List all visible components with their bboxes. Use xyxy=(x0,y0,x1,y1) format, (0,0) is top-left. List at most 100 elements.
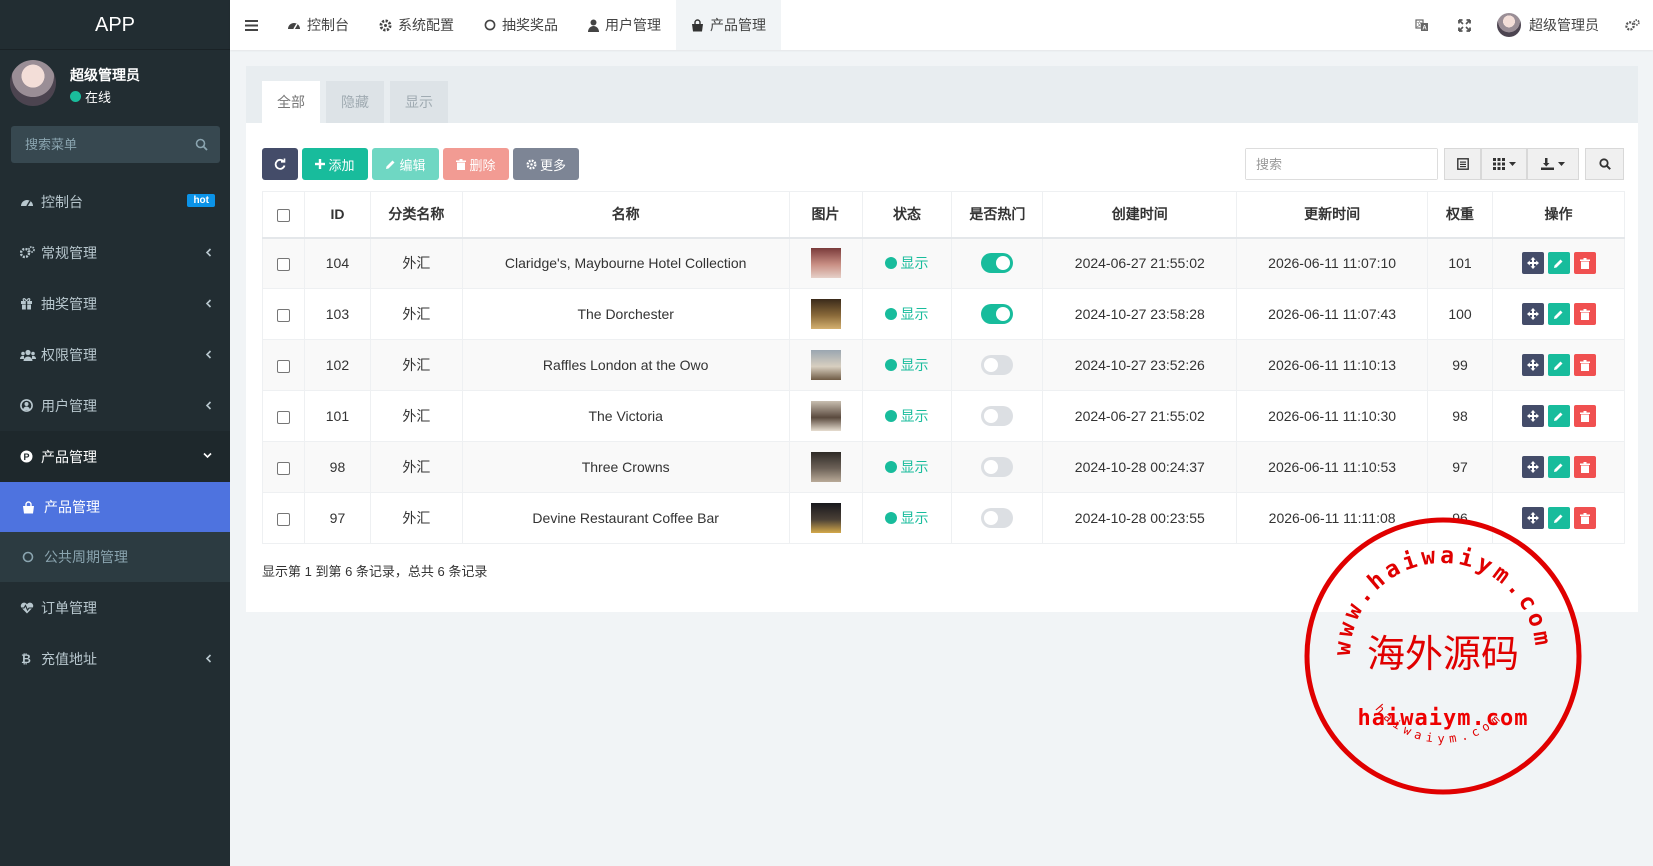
export-button[interactable] xyxy=(1527,148,1579,180)
gear-icon xyxy=(379,19,392,32)
shopping-bag-icon xyxy=(691,18,704,32)
hot-toggle[interactable] xyxy=(981,253,1014,274)
table-row[interactable]: 103 外汇 The Dorchester 显示 2024-10-27 23:58:28… xyxy=(262,288,1625,340)
row-checkbox[interactable] xyxy=(276,359,290,373)
hot-toggle[interactable] xyxy=(981,457,1014,477)
column-header[interactable]: 名称 xyxy=(461,191,790,239)
table-row[interactable]: 104 外汇 Claridge's, Maybourne Hotel Collect… xyxy=(262,237,1625,289)
row-edit-button[interactable] xyxy=(1547,303,1570,325)
column-header[interactable]: 权重 xyxy=(1427,191,1493,239)
row-edit-button[interactable] xyxy=(1547,456,1570,478)
table-row[interactable]: 101 外汇 The Victoria 显示 2024-06-27 21:55:02 20… xyxy=(262,390,1625,442)
status-label: 显示 xyxy=(900,459,929,475)
toggle-knob xyxy=(984,409,999,423)
hot-toggle[interactable] xyxy=(981,355,1014,375)
row-checkbox[interactable] xyxy=(276,410,290,424)
product-thumbnail[interactable] xyxy=(810,299,841,329)
table-search-input[interactable] xyxy=(1246,149,1437,179)
menu-toggle-icon[interactable] xyxy=(230,0,272,50)
row-delete-button[interactable] xyxy=(1573,354,1596,376)
column-header[interactable]: 创建时间 xyxy=(1042,191,1238,239)
sidebar-item-permissions[interactable]: 权限管理 xyxy=(0,329,230,380)
column-header[interactable]: 是否热门 xyxy=(951,191,1044,239)
row-checkbox[interactable] xyxy=(276,512,290,526)
panel-tab-shown[interactable]: 显示 xyxy=(390,81,448,123)
panel-tab-all[interactable]: 全部 xyxy=(262,81,320,123)
fullscreen-icon[interactable] xyxy=(1443,0,1485,50)
sidebar-item-orders[interactable]: 订单管理 xyxy=(0,582,230,633)
sidebar-item-deposit-address[interactable]: ₿ 充值地址 xyxy=(0,633,230,684)
drag-sort-button[interactable] xyxy=(1521,507,1544,529)
drag-sort-button[interactable] xyxy=(1521,252,1544,275)
sidebar-item-lottery[interactable]: 抽奖管理 xyxy=(0,278,230,329)
tab-label: 系统配置 xyxy=(398,17,454,33)
drag-sort-button[interactable] xyxy=(1521,303,1544,325)
column-header[interactable]: ID xyxy=(303,191,371,239)
grid-icon xyxy=(1492,158,1505,170)
table-row[interactable]: 102 外汇 Raffles London at the Owo 显示 2024-10-… xyxy=(262,339,1625,391)
row-checkbox[interactable] xyxy=(276,308,290,322)
tab-system-config[interactable]: 系统配置 xyxy=(364,0,469,50)
delete-button[interactable]: 删除 xyxy=(443,148,509,180)
tab-lottery-prizes[interactable]: 抽奖奖品 xyxy=(469,0,573,50)
drag-sort-button[interactable] xyxy=(1521,354,1544,376)
product-thumbnail[interactable] xyxy=(810,452,841,482)
row-delete-button[interactable] xyxy=(1573,252,1596,275)
row-checkbox[interactable] xyxy=(276,258,290,272)
edit-button[interactable]: 编辑 xyxy=(372,148,439,180)
hot-toggle[interactable] xyxy=(981,304,1014,324)
advanced-search-button[interactable] xyxy=(1585,148,1624,180)
product-thumbnail[interactable] xyxy=(810,248,841,279)
toggle-view-button[interactable] xyxy=(1444,148,1481,180)
weight-cell: 97 xyxy=(1427,441,1493,493)
row-edit-button[interactable] xyxy=(1547,252,1570,275)
panel-tab-hidden[interactable]: 隐藏 xyxy=(326,81,384,123)
row-delete-button[interactable] xyxy=(1573,405,1596,427)
header-user-name: 超级管理员 xyxy=(1529,17,1599,33)
submenu-item-cycles[interactable]: 公共周期管理 xyxy=(0,532,230,582)
sidebar: APP 超级管理员 在线 控制台 hot 常规管理 抽奖管理 权限管理 xyxy=(0,0,230,866)
language-icon[interactable]: 文A xyxy=(1401,0,1443,50)
settings-cogs-icon[interactable] xyxy=(1611,0,1653,50)
add-button[interactable]: 添加 xyxy=(302,148,368,180)
row-delete-button[interactable] xyxy=(1573,456,1596,478)
row-edit-button[interactable] xyxy=(1547,507,1570,529)
table-row[interactable]: 98 外汇 Three Crowns 显示 2024-10-28 00:24:37 202… xyxy=(262,441,1625,493)
table-body: 104 外汇 Claridge's, Maybourne Hotel Collect… xyxy=(262,237,1625,544)
drag-sort-button[interactable] xyxy=(1521,456,1544,478)
column-header[interactable]: 图片 xyxy=(788,191,863,239)
sidebar-item-dashboard[interactable]: 控制台 hot xyxy=(0,176,230,227)
sidebar-item-users[interactable]: 用户管理 xyxy=(0,380,230,431)
column-header[interactable]: 分类名称 xyxy=(369,191,463,239)
product-thumbnail[interactable] xyxy=(810,401,841,431)
column-header[interactable]: 状态 xyxy=(861,191,953,239)
app-logo[interactable]: APP xyxy=(0,0,230,50)
table-row[interactable]: 97 外汇 Devine Restaurant Coffee Bar 显示 2024-1… xyxy=(262,492,1625,544)
columns-button[interactable] xyxy=(1481,148,1527,180)
tab-dashboard[interactable]: 控制台 xyxy=(272,0,364,50)
tab-product-management[interactable]: 产品管理 xyxy=(676,0,781,50)
product-thumbnail[interactable] xyxy=(810,350,841,380)
header-user-menu[interactable]: 超级管理员 xyxy=(1485,13,1611,37)
select-all-checkbox[interactable] xyxy=(276,209,290,223)
row-edit-button[interactable] xyxy=(1547,354,1570,376)
drag-sort-button[interactable] xyxy=(1521,405,1544,427)
menu-search-input[interactable] xyxy=(11,126,220,163)
user-status-label: 在线 xyxy=(85,90,112,105)
row-delete-button[interactable] xyxy=(1573,507,1596,529)
search-icon[interactable] xyxy=(195,138,208,151)
submenu-item-products[interactable]: 产品管理 xyxy=(0,482,230,532)
hot-toggle[interactable] xyxy=(981,406,1014,426)
tab-user-management[interactable]: 用户管理 xyxy=(573,0,676,50)
column-header[interactable]: 更新时间 xyxy=(1236,191,1429,239)
row-checkbox[interactable] xyxy=(276,461,290,475)
more-button[interactable]: 更多 xyxy=(513,148,579,180)
row-delete-button[interactable] xyxy=(1573,303,1596,325)
hot-toggle[interactable] xyxy=(981,508,1014,528)
weight-cell: 99 xyxy=(1427,339,1493,391)
row-edit-button[interactable] xyxy=(1547,405,1570,427)
refresh-button[interactable] xyxy=(262,148,298,180)
sidebar-item-products[interactable]: P 产品管理 xyxy=(0,431,230,482)
sidebar-item-general[interactable]: 常规管理 xyxy=(0,227,230,278)
product-thumbnail[interactable] xyxy=(810,503,841,533)
